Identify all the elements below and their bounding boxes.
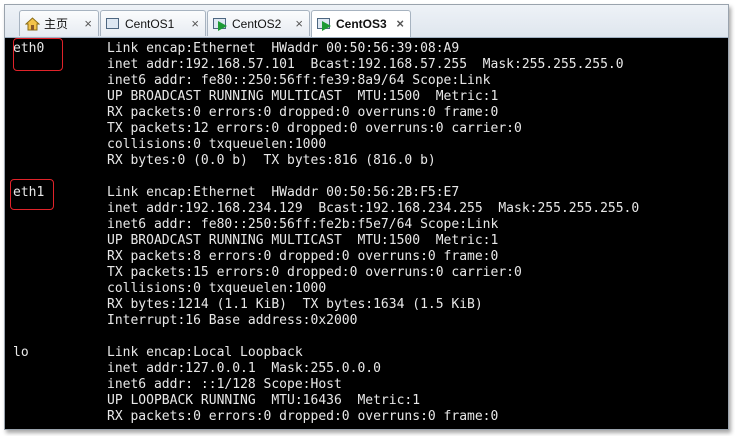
- terminal-line: RX packets:0 errors:0 dropped:0 overruns…: [107, 105, 499, 120]
- tab-home-label: 主页: [44, 17, 69, 31]
- terminal-line: Link encap:Ethernet HWaddr 00:50:56:2B:F…: [107, 185, 460, 200]
- vm-powered-on-icon: [213, 17, 228, 31]
- terminal-line: TX packets:15 errors:0 dropped:0 overrun…: [107, 265, 522, 280]
- tab-home[interactable]: 主页 ×: [19, 10, 99, 36]
- terminal-line: inet addr:192.168.57.101 Bcast:192.168.5…: [107, 57, 624, 72]
- terminal-line: UP LOOPBACK RUNNING MTU:16436 Metric:1: [107, 393, 421, 408]
- terminal-line: UP BROADCAST RUNNING MULTICAST MTU:1500 …: [107, 233, 499, 248]
- tab-centos2[interactable]: CentOS2 ×: [207, 10, 310, 36]
- terminal-line: inet addr:192.168.234.129 Bcast:192.168.…: [107, 201, 640, 216]
- terminal-line: RX bytes:0 (0.0 b) TX bytes:816 (816.0 b…: [107, 153, 436, 168]
- home-icon: [24, 16, 41, 31]
- eth1-highlight-box: [10, 179, 54, 210]
- terminal-line: RX bytes:1214 (1.1 KiB) TX bytes:1634 (1…: [107, 297, 483, 312]
- terminal-line: inet addr:127.0.0.1 Mask:255.0.0.0: [107, 361, 381, 376]
- terminal-line: UP BROADCAST RUNNING MULTICAST MTU:1500 …: [107, 89, 499, 104]
- terminal-line: RX packets:0 errors:0 dropped:0 overruns…: [107, 409, 499, 424]
- tab-home-close-icon[interactable]: ×: [84, 16, 92, 31]
- tab-centos1-label: CentOS1: [125, 16, 175, 31]
- eth0-highlight-box: [13, 38, 63, 71]
- terminal-line: Interrupt:16 Base address:0x2000: [107, 313, 358, 328]
- tab-bar: 主页 × CentOS1 × CentOS2 × CentOS3 ×: [5, 5, 728, 38]
- terminal-line: collisions:0 txqueuelen:1000: [107, 281, 327, 296]
- terminal-line: inet6 addr: fe80::250:56ff:fe2b:f5e7/64 …: [107, 217, 499, 232]
- tab-centos2-close-icon[interactable]: ×: [295, 16, 303, 31]
- terminal-line: RX packets:8 errors:0 dropped:0 overruns…: [107, 249, 499, 264]
- tab-centos1[interactable]: CentOS1 ×: [100, 10, 206, 36]
- tab-centos3-label: CentOS3: [336, 17, 387, 31]
- tab-centos3-close-icon[interactable]: ×: [396, 16, 404, 31]
- interface-name-lo: lo: [13, 345, 29, 360]
- tab-centos2-label: CentOS2: [232, 16, 282, 31]
- vm-powered-on-icon: [317, 17, 332, 31]
- terminal-console[interactable]: eth0 Link encap:Ethernet HWaddr 00:50:56…: [5, 38, 728, 429]
- terminal-line: Link encap:Local Loopback: [107, 345, 303, 360]
- terminal-line: inet6 addr: fe80::250:56ff:fe39:8a9/64 S…: [107, 73, 491, 88]
- vmware-window: 主页 × CentOS1 × CentOS2 × CentOS3 × eth0 …: [4, 4, 729, 430]
- tab-centos1-close-icon[interactable]: ×: [191, 16, 199, 31]
- terminal-line: inet6 addr: ::1/128 Scope:Host: [107, 377, 342, 392]
- terminal-line: collisions:0 txqueuelen:1000: [107, 137, 327, 152]
- terminal-line: Link encap:Ethernet HWaddr 00:50:56:39:0…: [107, 41, 460, 56]
- terminal-line: TX packets:12 errors:0 dropped:0 overrun…: [107, 121, 522, 136]
- vm-icon: [106, 17, 121, 31]
- tab-centos3[interactable]: CentOS3 ×: [311, 10, 411, 37]
